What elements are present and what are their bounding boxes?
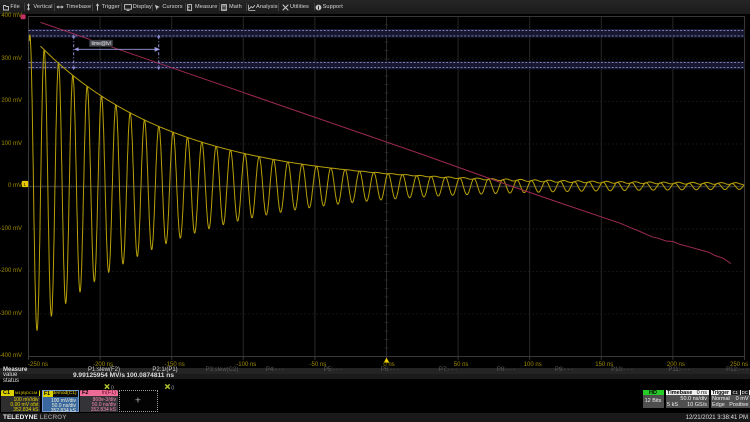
svg-text:1: 1: [23, 182, 26, 187]
svg-text:time@lvl: time@lvl: [91, 41, 110, 47]
svg-text:0: 0: [171, 385, 174, 391]
